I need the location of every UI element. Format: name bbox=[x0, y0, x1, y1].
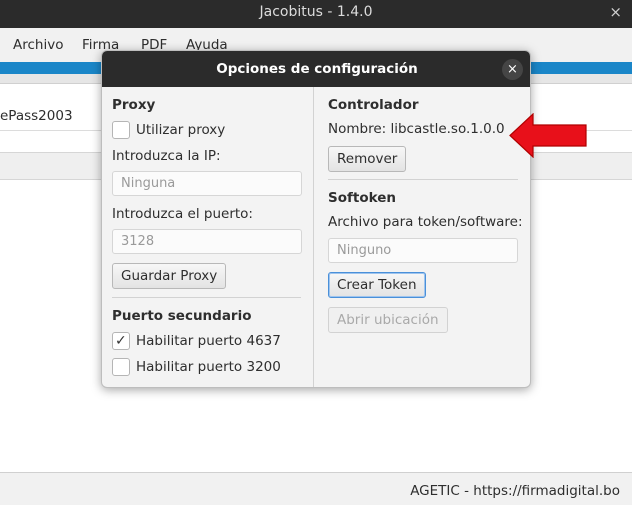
use-proxy-checkbox[interactable] bbox=[112, 121, 130, 139]
controller-divider bbox=[328, 179, 518, 180]
ip-label: Introduzca la IP: bbox=[112, 148, 221, 164]
dialog-title: Opciones de configuración bbox=[216, 61, 418, 77]
token-file-input[interactable]: Ninguno bbox=[328, 238, 518, 263]
softoken-heading: Softoken bbox=[328, 190, 396, 206]
menu-archivo[interactable]: Archivo bbox=[13, 37, 63, 53]
port-input[interactable]: 3128 bbox=[112, 229, 302, 254]
column-divider bbox=[313, 87, 314, 387]
port-3200-label: Habilitar puerto 3200 bbox=[136, 359, 281, 375]
proxy-heading: Proxy bbox=[112, 97, 156, 113]
status-text: AGETIC - https://firmadigital.bo bbox=[410, 483, 620, 499]
status-bar: AGETIC - https://firmadigital.bo bbox=[0, 472, 632, 505]
port-4637-checkbox[interactable]: ✓ bbox=[112, 332, 130, 350]
port-4637-label: Habilitar puerto 4637 bbox=[136, 333, 281, 349]
save-proxy-button[interactable]: Guardar Proxy bbox=[112, 263, 227, 289]
controller-heading: Controlador bbox=[328, 97, 419, 113]
port-3200-checkbox[interactable] bbox=[112, 358, 130, 376]
dialog-close-icon[interactable]: × bbox=[502, 59, 523, 80]
create-token-button[interactable]: Crear Token bbox=[328, 272, 426, 298]
controller-name: Nombre: libcastle.so.1.0.0 bbox=[328, 121, 505, 137]
config-dialog: Opciones de configuración × Proxy Utiliz… bbox=[101, 50, 531, 388]
ip-input[interactable]: Ninguna bbox=[112, 171, 302, 196]
proxy-divider bbox=[112, 297, 301, 298]
device-name: ePass2003 bbox=[0, 108, 73, 124]
secondary-port-heading: Puerto secundario bbox=[112, 308, 252, 324]
checkmark-icon: ✓ bbox=[115, 333, 127, 349]
port-label: Introduzca el puerto: bbox=[112, 206, 253, 222]
use-proxy-label: Utilizar proxy bbox=[136, 122, 226, 138]
window-close-icon[interactable]: × bbox=[609, 3, 622, 21]
open-location-button: Abrir ubicación bbox=[328, 307, 448, 333]
remove-button[interactable]: Remover bbox=[328, 146, 407, 172]
window-titlebar: Jacobitus - 1.4.0 × bbox=[0, 0, 632, 28]
red-arrow-icon bbox=[509, 113, 587, 158]
dialog-header: Opciones de configuración × bbox=[102, 51, 530, 87]
token-file-label: Archivo para token/software: bbox=[328, 214, 523, 230]
window-title: Jacobitus - 1.4.0 bbox=[259, 4, 373, 20]
